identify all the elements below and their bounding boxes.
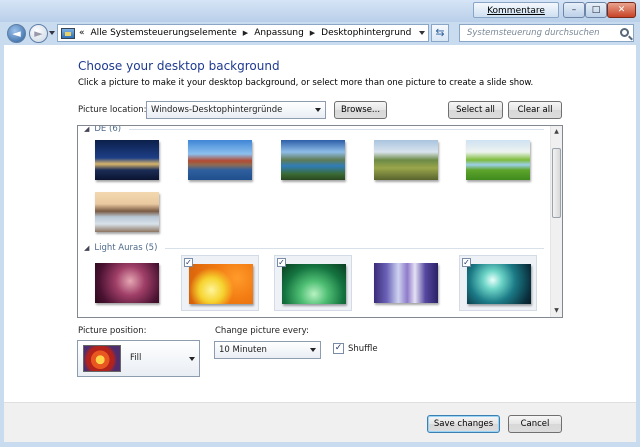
purple-glow-image — [95, 263, 159, 303]
harbor-town-image — [188, 140, 252, 180]
change-interval-value: 10 Minuten — [219, 345, 267, 355]
picture-list[interactable]: ◢ DE (6) ◢ Light Auras (5) ✓ ✓ ✓ ▲ ▼ — [77, 125, 563, 318]
search-input[interactable]: Systemsteuerung durchsuchen — [459, 24, 634, 42]
picture-thumbnail[interactable] — [88, 184, 166, 240]
mountain-lake-image — [281, 140, 345, 180]
chevron-down-icon[interactable] — [419, 31, 425, 35]
main-content: Choose your desktop background Click a p… — [4, 45, 636, 442]
change-interval-label: Change picture every: — [215, 326, 309, 336]
maximize-button[interactable]: □ — [585, 2, 607, 18]
control-panel-icon — [61, 27, 75, 39]
picture-location-value: Windows-Desktophintergründe — [151, 105, 283, 115]
forward-button[interactable]: ► — [29, 24, 48, 43]
picture-position-label: Picture position: — [78, 326, 147, 336]
chevron-down-icon — [189, 357, 195, 361]
scroll-down-icon[interactable]: ▼ — [551, 305, 562, 317]
breadcrumb-personalization[interactable]: Anpassung — [254, 28, 304, 38]
cancel-button[interactable]: Cancel — [508, 415, 562, 433]
navigation-bar: ◄ ► « Alle Systemsteuerungselemente ▶ An… — [0, 22, 640, 44]
teal-burst-image — [467, 264, 531, 304]
checkbox[interactable]: ✓ — [277, 258, 286, 267]
change-interval-select[interactable]: 10 Minuten — [214, 341, 321, 359]
picture-thumbnail[interactable] — [459, 132, 537, 188]
checkbox[interactable]: ✓ — [333, 343, 344, 354]
group-label: Light Auras (5) — [94, 243, 158, 253]
picture-location-label: Picture location: — [78, 105, 147, 115]
winter-river-image — [95, 192, 159, 232]
search-placeholder: Systemsteuerung durchsuchen — [467, 28, 600, 38]
scroll-up-icon[interactable]: ▲ — [551, 126, 562, 138]
address-bar[interactable]: « Alle Systemsteuerungselemente ▶ Anpass… — [57, 24, 429, 42]
group-divider — [129, 128, 544, 130]
yellow-orange-bokeh-image — [189, 264, 253, 304]
picture-thumbnail[interactable] — [367, 132, 445, 188]
vineyard-valley-image — [374, 140, 438, 180]
footer-bar: Save changes Cancel — [4, 402, 636, 442]
group-header-light-auras[interactable]: ◢ Light Auras (5) — [84, 243, 544, 253]
picture-thumbnail[interactable] — [88, 132, 166, 188]
breadcrumb-separator-icon[interactable]: ▶ — [310, 29, 315, 37]
chevron-down-icon — [315, 108, 321, 112]
back-button[interactable]: ◄ — [7, 24, 26, 43]
checkbox[interactable]: ✓ — [462, 258, 471, 267]
picture-position-select[interactable]: Fill — [77, 340, 200, 377]
minimize-button[interactable]: – — [563, 2, 585, 18]
send-feedback-link[interactable]: Kommentare senden — [473, 2, 559, 32]
scrollbar-thumb[interactable] — [552, 148, 561, 218]
picture-thumbnail[interactable] — [274, 132, 352, 188]
checkbox[interactable]: ✓ — [184, 258, 193, 267]
breadcrumb-desktop-background[interactable]: Desktophintergrund — [321, 28, 411, 38]
search-icon[interactable] — [620, 28, 629, 37]
green-meadow-river-image — [466, 140, 530, 180]
shuffle-checkbox[interactable]: ✓ Shuffle — [333, 343, 378, 354]
group-divider — [165, 247, 544, 249]
title-bar: Kommentare senden – □ ✕ — [0, 0, 640, 32]
close-button[interactable]: ✕ — [607, 2, 636, 18]
page-title: Choose your desktop background — [78, 59, 280, 73]
green-aura-image — [282, 264, 346, 304]
breadcrumb-overflow[interactable]: « — [79, 28, 85, 38]
breadcrumb-all-control-panel-items[interactable]: Alle Systemsteuerungselemente — [91, 28, 237, 38]
recent-pages-dropdown[interactable] — [49, 31, 55, 35]
picture-thumbnail-selected[interactable]: ✓ — [459, 255, 537, 311]
position-preview-image — [83, 345, 121, 372]
clear-all-button[interactable]: Clear all — [508, 101, 562, 119]
browse-button[interactable]: Browse... — [334, 101, 387, 119]
picture-location-select[interactable]: Windows-Desktophintergründe — [146, 101, 326, 119]
chevron-down-icon — [310, 348, 316, 352]
select-all-button[interactable]: Select all — [448, 101, 503, 119]
collapse-icon[interactable]: ◢ — [84, 244, 89, 252]
refresh-button[interactable]: ⇆ — [431, 24, 449, 42]
page-description: Click a picture to make it your desktop … — [78, 78, 534, 88]
violet-stripes-image — [374, 263, 438, 303]
picture-thumbnail-selected[interactable]: ✓ — [274, 255, 352, 311]
night-palace-image — [95, 140, 159, 180]
save-changes-button[interactable]: Save changes — [427, 415, 500, 433]
picture-thumbnail-selected[interactable]: ✓ — [181, 255, 259, 311]
picture-position-value: Fill — [130, 353, 142, 363]
picture-thumbnail[interactable] — [367, 255, 445, 311]
vertical-scrollbar[interactable]: ▲ ▼ — [550, 126, 562, 317]
breadcrumb-separator-icon[interactable]: ▶ — [243, 29, 248, 37]
shuffle-label: Shuffle — [348, 343, 378, 354]
picture-thumbnail[interactable] — [181, 132, 259, 188]
picture-thumbnail[interactable] — [88, 255, 166, 311]
